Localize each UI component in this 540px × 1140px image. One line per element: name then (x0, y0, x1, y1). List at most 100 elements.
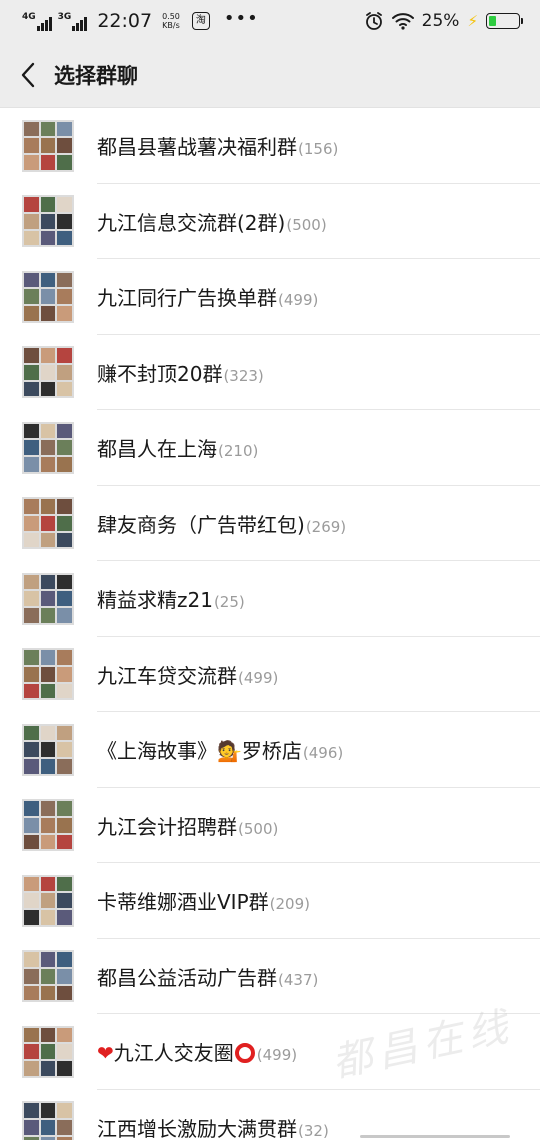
person-tipping-hand-icon: 💁 (217, 739, 242, 764)
member-avatar-tile (57, 1061, 72, 1076)
member-avatar-tile (24, 725, 39, 741)
member-avatar-tile (57, 499, 72, 514)
member-avatar-tile (24, 289, 39, 305)
member-avatar-tile (57, 608, 72, 623)
member-avatar-tile (40, 155, 56, 170)
member-avatar-tile (40, 801, 56, 816)
member-avatar-tile (40, 138, 56, 154)
member-avatar-tile (24, 1103, 39, 1118)
member-avatar-tile (40, 121, 56, 137)
member-avatar-tile (24, 801, 39, 816)
member-avatar-tile (40, 952, 56, 967)
member-avatar-tile (57, 381, 72, 397)
member-avatar-tile (40, 1044, 56, 1060)
member-count: (499) (256, 1046, 298, 1065)
group-avatar (22, 1025, 74, 1078)
battery-level-fill (489, 16, 496, 26)
group-row[interactable]: 赚不封顶20群(323) (0, 335, 540, 411)
member-avatar-tile (24, 499, 39, 514)
group-row[interactable]: 九江车贷交流群(499) (0, 637, 540, 713)
member-avatar-tile (57, 876, 72, 892)
member-avatar-tile (24, 608, 39, 623)
member-avatar-tile (57, 650, 72, 665)
member-avatar-tile (57, 138, 72, 154)
group-list[interactable]: 都昌县薯战薯决福利群(156) 九江信息交流群(2群)(500) 九江同行广告换单群… (0, 108, 540, 1140)
member-avatar-tile (24, 817, 39, 833)
member-avatar-tile (24, 381, 39, 397)
member-avatar-tile (40, 423, 56, 439)
group-row[interactable]: 《上海故事》💁罗桥店(496) (0, 712, 540, 788)
member-avatar-tile (40, 817, 56, 833)
group-avatar (22, 799, 74, 852)
alarm-clock-icon (365, 12, 382, 30)
member-avatar-tile (57, 817, 72, 833)
title-bar: 选择群聊 (0, 42, 540, 108)
group-name-text: 九江人交友圈 (113, 1041, 234, 1066)
group-row[interactable]: 江西增长激励大满贯群(32) (0, 1090, 540, 1140)
group-row[interactable]: 九江会计招聘群(500) (0, 788, 540, 864)
member-avatar-tile (57, 952, 72, 967)
group-name: 精益求精z21(25) (97, 584, 245, 613)
member-avatar-tile (24, 650, 39, 665)
member-avatar-tile (24, 213, 39, 229)
charging-bolt-icon: ⚡ (467, 12, 478, 30)
member-avatar-tile (40, 834, 56, 850)
group-row[interactable]: 都昌县薯战薯决福利群(156) (0, 108, 540, 184)
group-row[interactable]: 九江信息交流群(2群)(500) (0, 184, 540, 260)
member-avatar-tile (40, 515, 56, 531)
signal-3g: 3G (58, 11, 88, 31)
group-avatar (22, 195, 74, 248)
group-avatar (22, 723, 74, 776)
member-avatar-tile (24, 574, 39, 590)
member-avatar-tile (24, 683, 39, 699)
member-avatar-tile (40, 381, 56, 397)
member-avatar-tile (40, 650, 56, 665)
member-avatar-tile (24, 666, 39, 682)
member-avatar-tile (24, 155, 39, 170)
member-avatar-tile (24, 1027, 39, 1043)
member-avatar-tile (40, 197, 56, 212)
member-avatar-tile (40, 272, 56, 288)
group-name: 都昌公益活动广告群(437) (97, 962, 318, 991)
group-row[interactable]: 精益求精z21(25) (0, 561, 540, 637)
group-row[interactable]: ❤九江人交友圈 (499) (0, 1014, 540, 1090)
member-avatar-tile (40, 213, 56, 229)
member-avatar-tile (40, 364, 56, 380)
back-button[interactable] (0, 42, 56, 108)
ring-icon (234, 1043, 255, 1064)
group-row[interactable]: 都昌人在上海(210) (0, 410, 540, 486)
member-avatar-tile (40, 985, 56, 1001)
member-avatar-tile (40, 608, 56, 623)
signal-4g: 4G (22, 11, 52, 31)
group-name-text: 九江信息交流群(2群) (97, 210, 286, 235)
member-avatar-tile (40, 1119, 56, 1135)
group-row[interactable]: 卡蒂维娜酒业VIP群(209) (0, 863, 540, 939)
member-avatar-tile (24, 423, 39, 439)
group-name: 九江会计招聘群(500) (97, 811, 278, 840)
group-name: 卡蒂维娜酒业VIP群(209) (97, 886, 310, 915)
member-avatar-tile (24, 759, 39, 774)
member-avatar-tile (57, 272, 72, 288)
group-name-text: 九江车贷交流群 (97, 663, 237, 688)
member-count: (496) (302, 744, 344, 763)
member-avatar-tile (57, 155, 72, 170)
member-avatar-tile (40, 1136, 56, 1140)
member-avatar-tile (24, 1136, 39, 1140)
group-name-text: 赚不封顶20群 (97, 361, 223, 386)
status-left: 4G 3G 22:07 0.50 KB/s 淘 ••• (22, 8, 364, 33)
group-row[interactable]: 肆友商务（广告带红包)(269) (0, 486, 540, 562)
member-count: (323) (223, 366, 264, 385)
member-avatar-tile (24, 532, 39, 548)
member-avatar-tile (57, 725, 72, 741)
member-avatar-tile (40, 893, 56, 909)
status-right: 25% ⚡ (364, 11, 523, 31)
group-row[interactable]: 九江同行广告换单群(499) (0, 259, 540, 335)
member-avatar-tile (57, 759, 72, 774)
group-name: 九江车贷交流群(499) (97, 660, 278, 689)
group-avatar (22, 648, 74, 701)
group-row[interactable]: 都昌公益活动广告群(437) (0, 939, 540, 1015)
group-avatar (22, 874, 74, 927)
member-avatar-tile (40, 1027, 56, 1043)
member-avatar-tile (24, 272, 39, 288)
group-name-text: 江西增长激励大满贯群 (97, 1116, 297, 1140)
